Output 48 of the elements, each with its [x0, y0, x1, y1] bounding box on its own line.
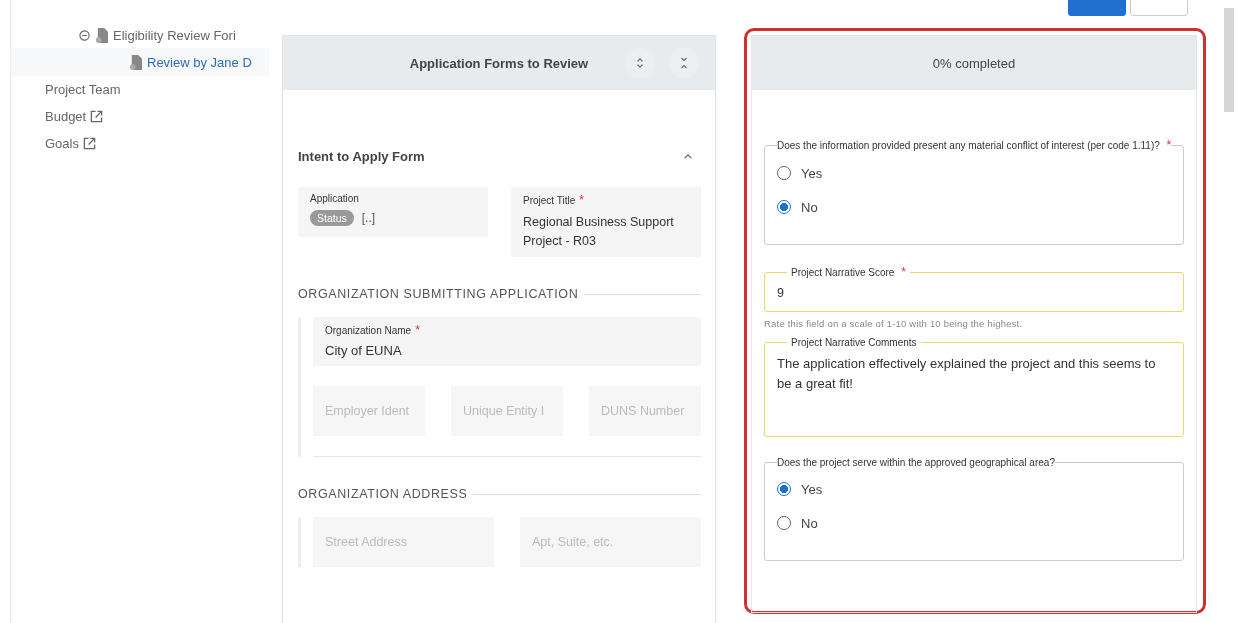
input-field[interactable]: Street Address	[313, 517, 494, 567]
expand-icon	[635, 56, 645, 70]
input-field[interactable]: Unique Entity I	[451, 386, 563, 436]
input-field[interactable]: DUNS Number	[589, 386, 701, 436]
collapse-icon[interactable]	[79, 29, 90, 41]
collapse-icon	[679, 56, 689, 70]
panel-title: Application Forms to Review	[409, 55, 589, 71]
chevron-icon[interactable]	[683, 152, 693, 160]
radio-option[interactable]: No	[777, 506, 1171, 540]
collapse-all-button[interactable]	[669, 48, 699, 78]
input-field[interactable]: Employer Ident	[313, 386, 425, 436]
text-field[interactable]: Organization Name * City of EUNA	[313, 317, 701, 366]
required-mark: *	[901, 265, 906, 279]
required-mark: *	[1166, 138, 1172, 152]
question-label: Does the information provided present any material conflict of interest (per code 1.11)?	[777, 140, 1160, 151]
scrollbar-thumb[interactable]	[1224, 8, 1234, 112]
comments-field[interactable]: Project Narrative Comments The application effectively explained the project and this seems to be a great fit!	[764, 337, 1184, 437]
status-chip: Status	[310, 210, 354, 226]
field-label: Project Narrative Score	[791, 267, 895, 278]
required-mark: *	[415, 323, 420, 337]
field-label: Project Narrative Comments	[791, 337, 917, 348]
status-value: [..]	[361, 211, 376, 225]
group-heading: ORGANIZATION SUBMITTING APPLICATION	[298, 287, 579, 301]
question-label: Does the project serve within the approved geographical area?	[777, 457, 1055, 468]
radio-option[interactable]: Yes	[777, 472, 1171, 506]
section-title: Intent to Apply Form	[298, 148, 425, 164]
application-field: Application Status [..]	[298, 187, 488, 237]
sidebar-link[interactable]: Project Team	[45, 82, 121, 97]
field-hint: Rate this field on a scale of 1-10 with 10 being the highest.	[764, 318, 1024, 329]
progress-text: 0% completed	[932, 55, 1016, 71]
expand-all-button[interactable]	[625, 48, 655, 78]
field-value: The application effectively explained the project and this seems to be a great fit!	[777, 355, 1157, 393]
field-value: 9	[777, 286, 784, 300]
group-heading: ORGANIZATION ADDRESS	[298, 487, 468, 501]
radio-option[interactable]: No	[777, 190, 1172, 224]
document-icon	[95, 27, 108, 43]
required-mark: *	[579, 193, 584, 207]
tree-item[interactable]: Review by Jane D	[11, 48, 269, 76]
radio-option[interactable]: Yes	[777, 156, 1172, 190]
input-field[interactable]: Apt, Suite, etc.	[520, 517, 701, 567]
document-icon	[129, 54, 142, 70]
sidebar-link[interactable]: Budget	[45, 109, 87, 124]
project-title-field: Project Title * Regional Business Support Project - R03	[511, 187, 701, 257]
external-link-icon[interactable]	[82, 137, 96, 150]
tree-item[interactable]: Eligibility Review Fori	[11, 24, 271, 46]
score-field[interactable]: Project Narrative Score * 9	[764, 265, 1184, 312]
sidebar-link[interactable]: Goals	[45, 136, 79, 151]
external-link-icon[interactable]	[90, 110, 104, 123]
